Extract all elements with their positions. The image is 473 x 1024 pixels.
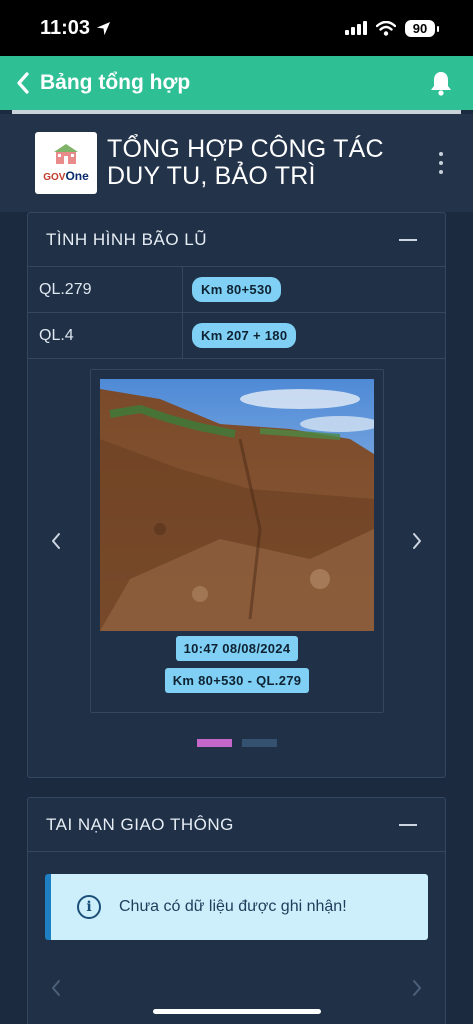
storm-section-header[interactable]: TÌNH HÌNH BÃO LŨ (28, 213, 445, 267)
road-name: QL.279 (28, 267, 183, 312)
collapse-icon[interactable] (399, 823, 417, 826)
road-row: QL.279 Km 80+530 (28, 267, 445, 313)
photo-timestamp-tag: 10:47 08/08/2024 (91, 636, 383, 661)
battery-indicator: 90 (405, 19, 439, 37)
carousel-indicators (28, 739, 445, 747)
govone-logo: GOVOne (35, 132, 97, 194)
carousel-next-icon[interactable] (407, 978, 427, 998)
road-row: QL.4 Km 207 + 180 (28, 313, 445, 359)
empty-state-alert: i Chưa có dữ liệu được ghi nhận! (45, 874, 428, 940)
logo-text: GOVOne (43, 169, 89, 183)
signal-icon (345, 21, 367, 35)
km-badge[interactable]: Km 80+530 (192, 277, 282, 302)
storm-section-card: TÌNH HÌNH BÃO LŨ QL.279 Km 80+530 QL.4 K… (27, 212, 446, 778)
page-header: GOVOne TỔNG HỢP CÔNG TÁC DUY TU, BẢO TRÌ (0, 114, 473, 212)
status-bar: 11:03 90 (0, 0, 473, 56)
info-icon: i (77, 895, 101, 919)
carousel-prev-icon[interactable] (46, 978, 66, 998)
more-menu-icon[interactable] (433, 146, 449, 180)
clock: 11:03 (40, 16, 91, 39)
app-bar-title: Bảng tổng hợp (40, 71, 191, 94)
carousel-slide[interactable]: 10:47 08/08/2024 Km 80+530 - QL.279 (90, 369, 384, 713)
accident-section-card: TAI NẠN GIAO THÔNG i Chưa có dữ liệu đượ… (27, 797, 446, 1024)
landslide-photo[interactable] (100, 379, 374, 631)
photo-carousel: 10:47 08/08/2024 Km 80+530 - QL.279 (28, 359, 445, 775)
carousel-dot-2[interactable] (241, 739, 277, 747)
km-badge[interactable]: Km 207 + 180 (192, 323, 297, 348)
photo-timestamp: 10:47 08/08/2024 (175, 636, 299, 661)
location-arrow-icon (97, 21, 111, 35)
photo-location: Km 80+530 - QL.279 (164, 668, 310, 693)
accident-section-header[interactable]: TAI NẠN GIAO THÔNG (28, 798, 445, 852)
carousel-prev-icon[interactable] (46, 531, 66, 551)
carousel-dot-1[interactable] (196, 739, 232, 747)
accident-section-title: TAI NẠN GIAO THÔNG (46, 814, 234, 834)
storm-section-title: TÌNH HÌNH BÃO LŨ (46, 229, 208, 249)
collapse-icon[interactable] (399, 238, 417, 241)
road-name: QL.4 (28, 313, 183, 358)
logo-text-one: One (65, 169, 89, 183)
wifi-icon (376, 20, 396, 36)
back-nav[interactable]: Bảng tổng hợp (16, 71, 190, 95)
home-indicator[interactable] (153, 1009, 321, 1014)
page-title: TỔNG HỢP CÔNG TÁC DUY TU, BẢO TRÌ (107, 135, 384, 190)
building-icon (54, 144, 78, 164)
status-time: 11:03 (40, 17, 111, 40)
logo-text-gov: GOV (43, 172, 66, 183)
bell-icon[interactable] (429, 70, 453, 96)
app-bar: Bảng tổng hợp (0, 56, 473, 110)
chevron-left-icon[interactable] (16, 72, 30, 94)
status-indicators: 90 (345, 19, 439, 37)
carousel-next-icon[interactable] (407, 531, 427, 551)
photo-location-tag: Km 80+530 - QL.279 (91, 668, 383, 693)
empty-state-message: Chưa có dữ liệu được ghi nhận! (119, 898, 347, 915)
